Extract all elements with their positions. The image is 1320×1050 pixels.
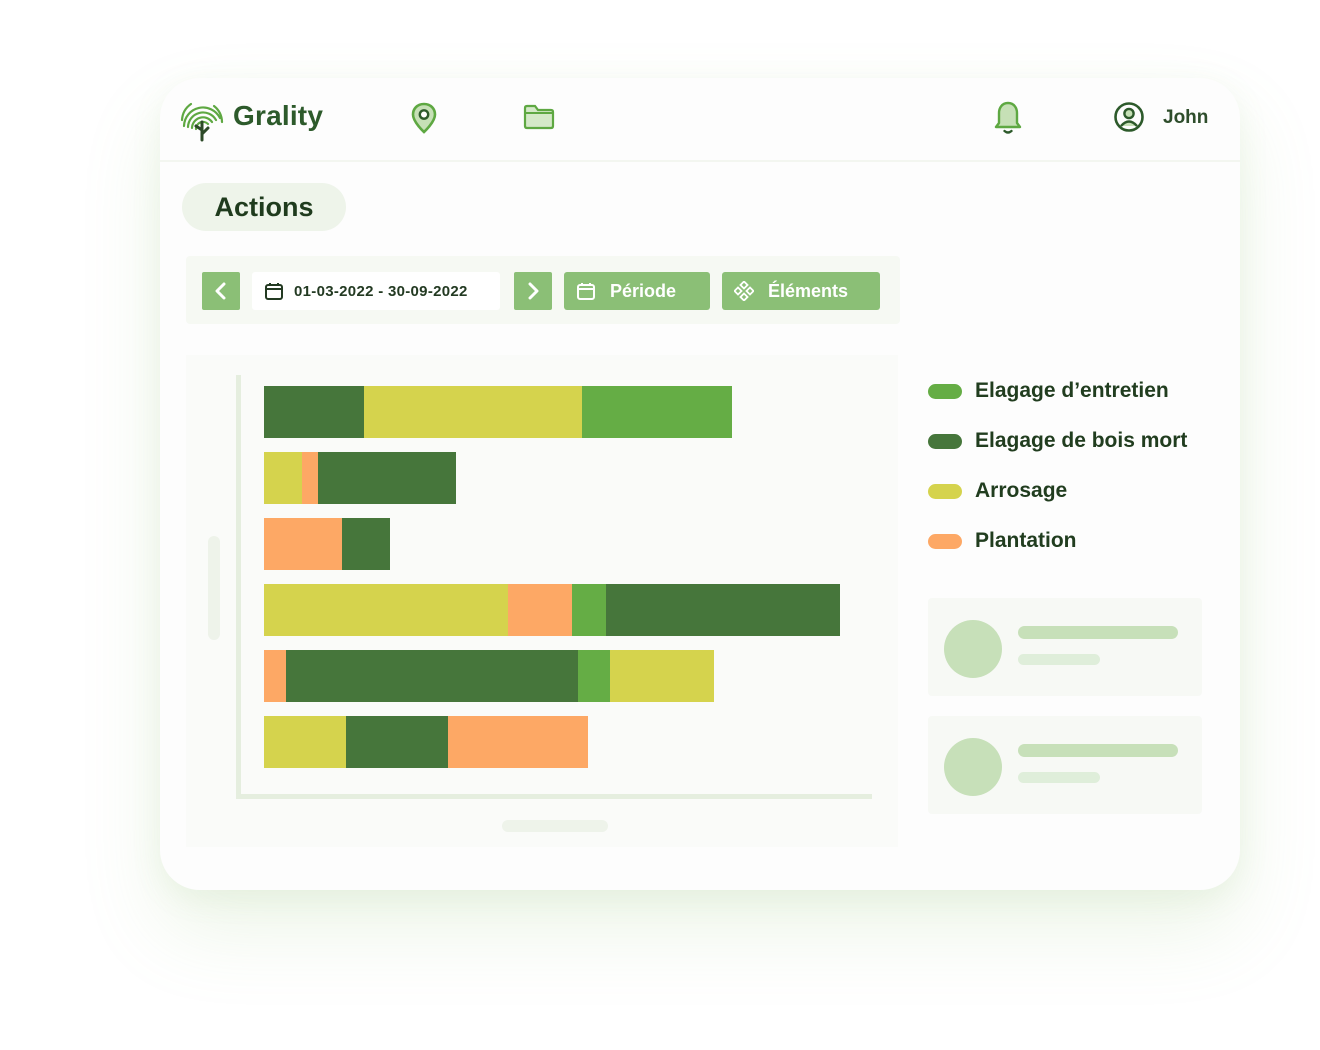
- bar-segment[interactable]: [286, 650, 578, 702]
- legend-label: Elagage de bois mort: [975, 429, 1188, 452]
- user-name[interactable]: John: [1163, 107, 1208, 129]
- bar-segment[interactable]: [364, 386, 582, 438]
- bar-segment[interactable]: [302, 452, 318, 504]
- legend-item: Plantation: [928, 526, 1077, 556]
- legend-swatch: [928, 433, 962, 449]
- bar-segment[interactable]: [342, 518, 390, 570]
- date-range-field[interactable]: 01-03-2022 - 30-09-2022: [252, 272, 500, 310]
- bell-icon[interactable]: [993, 100, 1023, 136]
- bar-segment[interactable]: [610, 650, 714, 702]
- legend-label: Plantation: [975, 529, 1077, 552]
- elements-button-label: Éléments: [768, 280, 849, 301]
- legend-label: Elagage d’entretien: [975, 379, 1169, 402]
- placeholder-line: [1018, 626, 1178, 639]
- page-title: Actions: [182, 183, 346, 231]
- placeholder-avatar: [944, 620, 1002, 678]
- previous-period-button[interactable]: [202, 272, 240, 310]
- chevron-left-icon: [215, 282, 226, 300]
- placeholder-avatar: [944, 738, 1002, 796]
- bar-row: [264, 518, 390, 570]
- elements-button[interactable]: Éléments: [722, 272, 880, 310]
- placeholder-line: [1018, 744, 1178, 757]
- placeholder-line: [1018, 654, 1100, 665]
- map-pin-icon[interactable]: [410, 102, 438, 134]
- legend-item: Elagage d’entretien: [928, 376, 1169, 406]
- bar-segment[interactable]: [508, 584, 572, 636]
- bar-row: [264, 452, 456, 504]
- chevron-right-icon: [528, 282, 539, 300]
- grality-logo-icon: [180, 102, 224, 142]
- x-axis: [236, 794, 872, 799]
- placeholder-card: [928, 716, 1202, 814]
- next-period-button[interactable]: [514, 272, 552, 310]
- legend-swatch: [928, 383, 962, 399]
- y-axis: [236, 375, 241, 799]
- period-button[interactable]: Période: [564, 272, 710, 310]
- bar-segment[interactable]: [572, 584, 606, 636]
- bar-segment[interactable]: [582, 386, 732, 438]
- bar-segment[interactable]: [264, 386, 364, 438]
- folder-icon[interactable]: [523, 104, 555, 130]
- placeholder-card: [928, 598, 1202, 696]
- bar-segment[interactable]: [578, 650, 610, 702]
- calendar-icon: [265, 283, 283, 300]
- legend-swatch: [928, 483, 962, 499]
- legend-label: Arrosage: [975, 479, 1068, 502]
- date-range-text: 01-03-2022 - 30-09-2022: [294, 282, 468, 300]
- user-avatar-icon[interactable]: [1113, 101, 1145, 133]
- bar-segment[interactable]: [606, 584, 840, 636]
- bar-segment[interactable]: [318, 452, 456, 504]
- brand-name: Grality: [233, 100, 324, 131]
- bar-row: [264, 650, 714, 702]
- period-button-label: Période: [610, 280, 677, 301]
- calendar-icon: [577, 283, 595, 300]
- header-divider: [160, 160, 1240, 162]
- bar-segment[interactable]: [264, 650, 286, 702]
- bar-row: [264, 584, 840, 636]
- legend-item: Elagage de bois mort: [928, 426, 1187, 456]
- bar-segment[interactable]: [346, 716, 448, 768]
- bar-segment[interactable]: [264, 518, 342, 570]
- legend-item: Arrosage: [928, 476, 1067, 506]
- vertical-scrollbar[interactable]: [208, 536, 220, 640]
- components-icon: [734, 281, 754, 301]
- legend-swatch: [928, 533, 962, 549]
- bar-segment[interactable]: [448, 716, 588, 768]
- placeholder-line: [1018, 772, 1100, 783]
- bar-segment[interactable]: [264, 452, 302, 504]
- bar-row: [264, 716, 588, 768]
- bar-row: [264, 386, 732, 438]
- horizontal-scrollbar[interactable]: [502, 820, 608, 832]
- bar-segment[interactable]: [264, 716, 346, 768]
- bar-segment[interactable]: [264, 584, 508, 636]
